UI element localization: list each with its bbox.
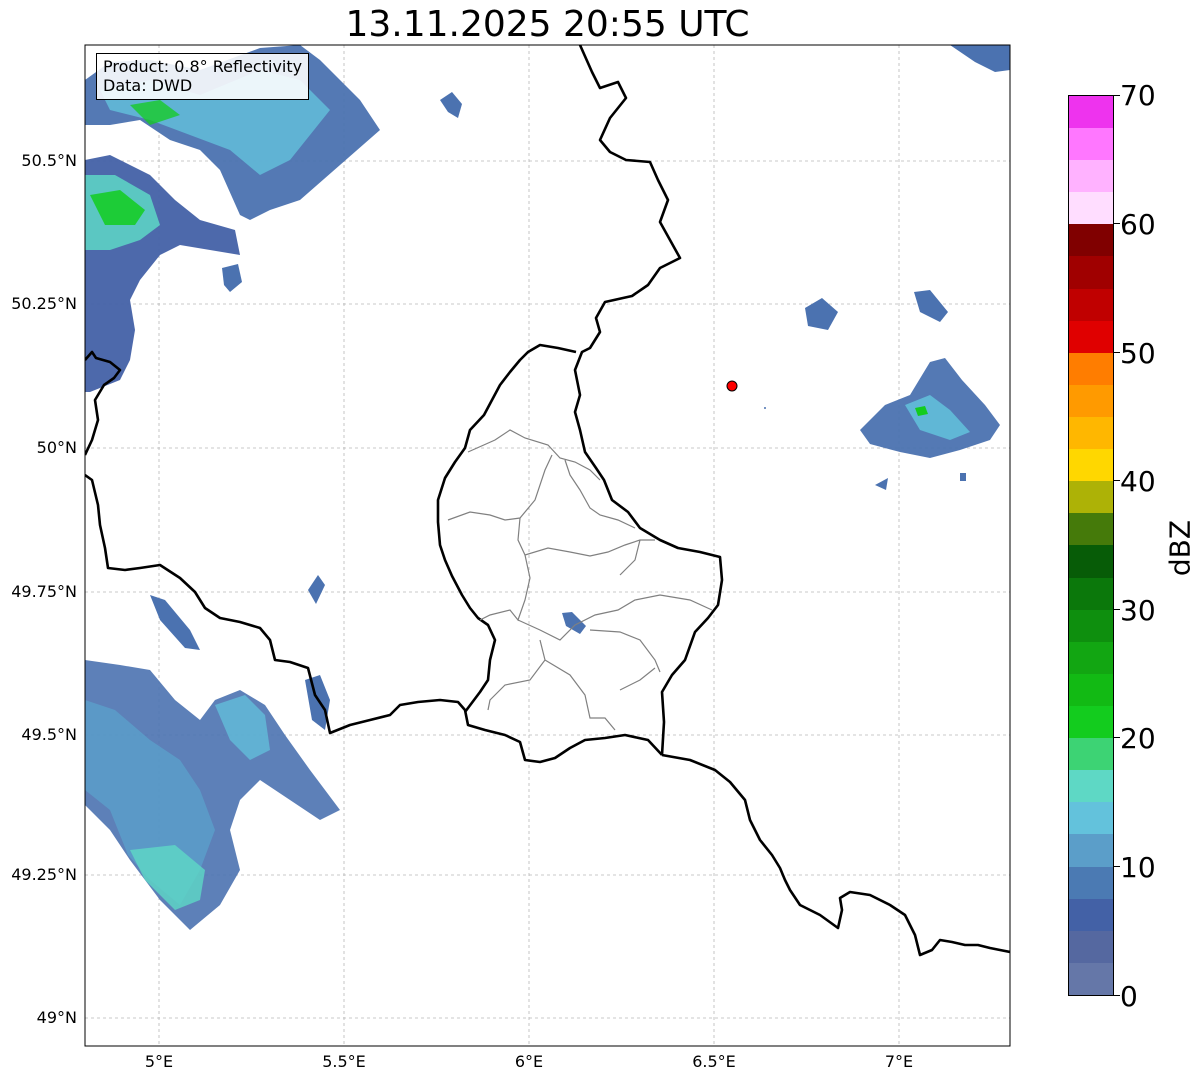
- lon-label-5: 5°E: [144, 1052, 174, 1071]
- colorbar-segment: [1069, 545, 1113, 578]
- colorbar-segment: [1069, 770, 1113, 803]
- colorbar-segment: [1069, 224, 1113, 257]
- colorbar-segment: [1069, 160, 1113, 193]
- colorbar-segment: [1069, 513, 1113, 546]
- echo-speck: [764, 407, 766, 409]
- lat-label-50-5: 50.5°N: [21, 151, 77, 170]
- colorbar-segment: [1069, 481, 1113, 514]
- colorbar-tick-mark: [1114, 866, 1120, 867]
- product-label: Product: 0.8° Reflectivity: [103, 57, 303, 76]
- colorbar-segment: [1069, 449, 1113, 482]
- radar-site-marker[interactable]: [726, 380, 738, 392]
- colorbar-tick-mark: [1114, 609, 1120, 610]
- colorbar-segment: [1069, 706, 1113, 739]
- colorbar: [1068, 95, 1114, 996]
- colorbar-tick-0: 0: [1120, 980, 1138, 1013]
- lat-label-49: 49°N: [36, 1008, 77, 1027]
- colorbar-segment: [1069, 288, 1113, 321]
- colorbar-segment: [1069, 834, 1113, 867]
- lon-label-6-5: 6.5°E: [692, 1052, 736, 1071]
- colorbar-segment: [1069, 641, 1113, 674]
- colorbar-tick-60: 60: [1120, 208, 1156, 241]
- radar-map[interactable]: [0, 0, 1202, 1081]
- colorbar-segment: [1069, 417, 1113, 450]
- lon-label-7: 7°E: [884, 1052, 914, 1071]
- colorbar-segment: [1069, 384, 1113, 418]
- colorbar-tick-mark: [1114, 223, 1120, 224]
- echo-east-dot: [960, 473, 966, 481]
- colorbar-tick-20: 20: [1120, 722, 1156, 755]
- colorbar-segment: [1069, 898, 1113, 931]
- colorbar-segment: [1069, 738, 1113, 771]
- colorbar-segment: [1069, 609, 1113, 642]
- colorbar-segment: [1069, 320, 1113, 353]
- colorbar-tick-mark: [1114, 995, 1120, 996]
- colorbar-segment: [1069, 802, 1113, 835]
- colorbar-segment: [1069, 192, 1113, 225]
- colorbar-segment: [1069, 930, 1113, 963]
- colorbar-segment: [1069, 577, 1113, 610]
- colorbar-segment: [1069, 866, 1113, 899]
- lat-label-49-25: 49.25°N: [11, 865, 77, 884]
- lat-label-50-25: 50.25°N: [11, 294, 77, 313]
- colorbar-segment: [1069, 962, 1113, 995]
- colorbar-tick-50: 50: [1120, 337, 1156, 370]
- colorbar-tick-30: 30: [1120, 594, 1156, 627]
- colorbar-segment: [1069, 128, 1113, 161]
- data-source-label: Data: DWD: [103, 76, 193, 95]
- colorbar-segment: [1069, 95, 1113, 129]
- colorbar-tick-mark: [1114, 95, 1120, 96]
- lat-label-49-5: 49.5°N: [21, 725, 77, 744]
- colorbar-tick-mark: [1114, 352, 1120, 353]
- colorbar-label: dBZ: [1163, 519, 1197, 577]
- colorbar-segment: [1069, 256, 1113, 289]
- colorbar-segment: [1069, 673, 1113, 707]
- colorbar-tick-mark: [1114, 737, 1120, 738]
- colorbar-tick-10: 10: [1120, 851, 1156, 884]
- colorbar-tick-40: 40: [1120, 465, 1156, 498]
- colorbar-tick-70: 70: [1120, 79, 1156, 112]
- lat-label-49-75: 49.75°N: [11, 582, 77, 601]
- lat-label-50: 50°N: [36, 438, 77, 457]
- lon-label-6: 6°E: [514, 1052, 544, 1071]
- info-box: Product: 0.8° Reflectivity Data: DWD: [96, 53, 310, 100]
- colorbar-segment: [1069, 352, 1113, 385]
- colorbar-tick-mark: [1114, 480, 1120, 481]
- lon-label-5-5: 5.5°E: [322, 1052, 366, 1071]
